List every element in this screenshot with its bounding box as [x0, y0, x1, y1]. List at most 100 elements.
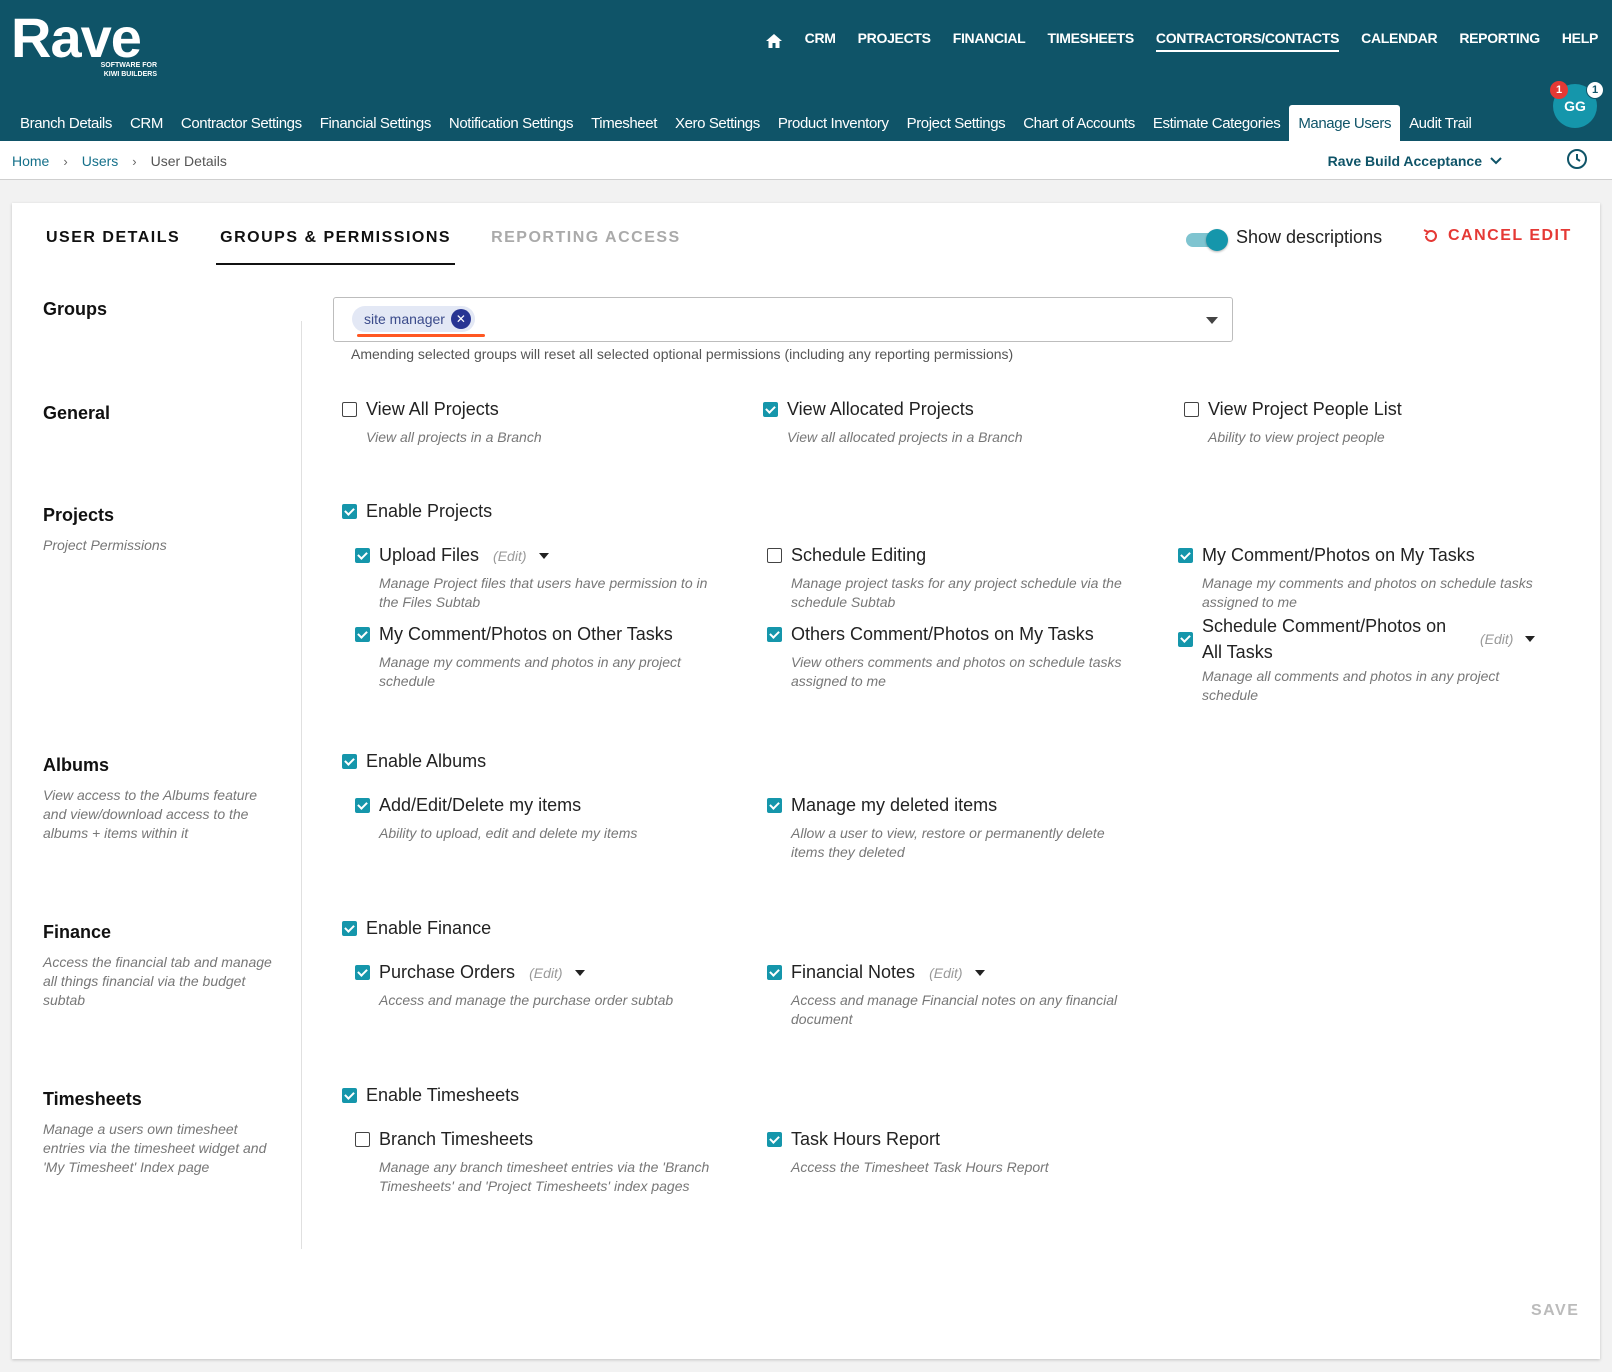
- topnav-contractors-contacts[interactable]: CONTRACTORS/CONTACTS: [1155, 30, 1339, 52]
- perm-desc: View all projects in a Branch: [366, 429, 542, 445]
- show-descriptions-label: Show descriptions: [1236, 227, 1383, 247]
- logo-wordmark: Rave: [11, 6, 142, 69]
- perm-label: View Allocated Projects: [787, 399, 974, 419]
- perm-label: Branch Timesheets: [379, 1129, 534, 1149]
- subnav-contractor-settings[interactable]: Contractor Settings: [172, 105, 311, 141]
- checkbox[interactable]: [342, 402, 357, 417]
- edit-link[interactable]: (Edit): [493, 548, 526, 564]
- checkbox[interactable]: [355, 965, 370, 980]
- perm-label: Schedule Comment/Photos on All Tasks: [1202, 616, 1447, 662]
- subnav-xero-settings[interactable]: Xero Settings: [666, 105, 769, 141]
- checkbox[interactable]: [355, 798, 370, 813]
- subnav-crm[interactable]: CRM: [121, 105, 172, 141]
- subnav-branch-details[interactable]: Branch Details: [11, 105, 121, 141]
- edit-link[interactable]: (Edit): [529, 965, 562, 981]
- topnav-timesheets[interactable]: TIMESHEETS: [1047, 30, 1134, 52]
- topnav-reporting[interactable]: REPORTING: [1459, 30, 1540, 52]
- subnav-financial-settings[interactable]: Financial Settings: [311, 105, 440, 141]
- breadcrumb-current: User Details: [150, 153, 227, 169]
- cancel-edit-button[interactable]: CANCEL EDIT: [1422, 227, 1572, 245]
- checkbox[interactable]: [355, 1132, 370, 1147]
- breadcrumb: Home › Users › User Details: [12, 153, 227, 169]
- perm-enable-projects: Enable Projects: [342, 501, 492, 522]
- checkbox[interactable]: [342, 921, 357, 936]
- subnav-notification-settings[interactable]: Notification Settings: [440, 105, 582, 141]
- checkbox[interactable]: [1184, 402, 1199, 417]
- subnav-project-settings[interactable]: Project Settings: [898, 105, 1015, 141]
- perm-others-comment-my-tasks: Others Comment/Photos on My Tasks View o…: [767, 624, 1137, 691]
- subnav-timesheet[interactable]: Timesheet: [582, 105, 666, 141]
- app-header: Rave SOFTWARE FOR KIWI BUILDERS CRM PROJ…: [0, 0, 1612, 141]
- checkbox[interactable]: [767, 965, 782, 980]
- projects-desc: Project Permissions: [43, 537, 167, 553]
- undo-icon: [1423, 229, 1437, 242]
- show-descriptions-toggle[interactable]: [1184, 227, 1228, 251]
- checkbox[interactable]: [763, 402, 778, 417]
- save-button[interactable]: SAVE: [1531, 1302, 1579, 1320]
- subnav-chart-of-accounts[interactable]: Chart of Accounts: [1014, 105, 1144, 141]
- tab-reporting-access[interactable]: REPORTING ACCESS: [487, 225, 685, 265]
- group-chip[interactable]: site manager ✕: [352, 306, 475, 332]
- subnav-estimate-categories[interactable]: Estimate Categories: [1144, 105, 1289, 141]
- top-navigation: CRM PROJECTS FINANCIAL TIMESHEETS CONTRA…: [765, 30, 1598, 52]
- perm-manage-deleted-items: Manage my deleted items Allow a user to …: [767, 795, 1137, 862]
- checkbox[interactable]: [342, 504, 357, 519]
- topnav-calendar[interactable]: CALENDAR: [1361, 30, 1437, 52]
- tab-groups-permissions[interactable]: GROUPS & PERMISSIONS: [216, 225, 456, 265]
- history-clock-icon[interactable]: [1566, 148, 1588, 170]
- breadcrumb-home[interactable]: Home: [12, 153, 49, 169]
- logo-tagline: SOFTWARE FOR KIWI BUILDERS: [100, 62, 157, 78]
- tab-user-details[interactable]: USER DETAILS: [42, 225, 184, 265]
- checkbox[interactable]: [767, 1132, 782, 1147]
- caret-down-icon[interactable]: [974, 969, 985, 976]
- perm-label: Add/Edit/Delete my items: [379, 795, 582, 815]
- checkbox[interactable]: [767, 548, 782, 563]
- perm-desc: Access and manage Financial notes on any…: [791, 992, 1118, 1027]
- caret-down-icon[interactable]: [1525, 636, 1536, 642]
- breadcrumb-users[interactable]: Users: [82, 153, 119, 169]
- branch-selector[interactable]: Rave Build Acceptance: [1328, 153, 1502, 169]
- subnav-audit-trail[interactable]: Audit Trail: [1400, 105, 1480, 141]
- checkbox[interactable]: [355, 548, 370, 563]
- subnav-manage-users[interactable]: Manage Users: [1289, 105, 1401, 141]
- checkbox[interactable]: [767, 798, 782, 813]
- user-tabs: USER DETAILS GROUPS & PERMISSIONS REPORT…: [42, 225, 717, 265]
- cancel-edit-label: CANCEL EDIT: [1448, 227, 1572, 244]
- checkbox[interactable]: [767, 627, 782, 642]
- perm-label: Others Comment/Photos on My Tasks: [791, 624, 1094, 644]
- checkbox[interactable]: [355, 627, 370, 642]
- perm-desc: View all allocated projects in a Branch: [787, 429, 1023, 445]
- timesheets-title: Timesheets: [43, 1089, 142, 1109]
- checkbox[interactable]: [1178, 631, 1193, 647]
- perm-upload-files: Upload Files (Edit) Manage Project files …: [355, 545, 725, 612]
- remove-group-icon[interactable]: ✕: [450, 309, 471, 329]
- rave-logo[interactable]: Rave SOFTWARE FOR KIWI BUILDERS: [11, 6, 157, 79]
- caret-down-icon[interactable]: [574, 969, 585, 976]
- general-title: General: [43, 403, 111, 423]
- timesheets-desc: Manage a users own timesheet entries via…: [43, 1121, 267, 1175]
- edit-link[interactable]: (Edit): [1480, 631, 1513, 647]
- perm-label: Enable Projects: [366, 501, 493, 521]
- section-divider: [301, 321, 302, 1249]
- perm-label: Task Hours Report: [791, 1129, 941, 1149]
- home-icon[interactable]: [765, 32, 783, 50]
- perm-label: Enable Finance: [366, 918, 492, 938]
- notification-badge[interactable]: 1: [1550, 81, 1568, 99]
- checkbox[interactable]: [1178, 548, 1193, 563]
- topnav-projects[interactable]: PROJECTS: [858, 30, 931, 52]
- topnav-help[interactable]: HELP: [1562, 30, 1598, 52]
- perm-desc: Ability to upload, edit and delete my it…: [379, 825, 638, 841]
- edit-link[interactable]: (Edit): [929, 965, 962, 981]
- perm-desc: Manage my comments and photos in any pro…: [379, 654, 681, 689]
- perm-label: My Comment/Photos on Other Tasks: [379, 624, 673, 644]
- topnav-financial[interactable]: FINANCIAL: [953, 30, 1026, 52]
- caret-down-icon[interactable]: [538, 552, 549, 559]
- message-badge[interactable]: 1: [1586, 81, 1604, 99]
- subnav-product-inventory[interactable]: Product Inventory: [769, 105, 898, 141]
- topnav-crm[interactable]: CRM: [805, 30, 836, 52]
- checkbox[interactable]: [342, 1088, 357, 1103]
- perm-label: Enable Albums: [366, 751, 487, 771]
- groups-help-text: Amending selected groups will reset all …: [351, 346, 1014, 362]
- checkbox[interactable]: [342, 754, 357, 769]
- dropdown-arrow-icon[interactable]: [1206, 317, 1218, 324]
